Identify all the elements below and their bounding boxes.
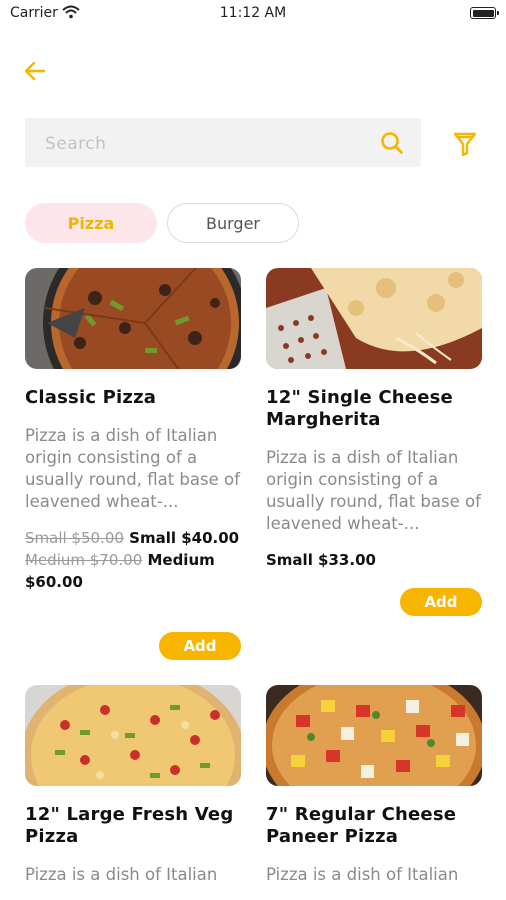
product-title: 7" Regular Cheese Paneer Pizza	[266, 804, 457, 847]
product-description: Pizza is a dish of Italian	[266, 865, 459, 884]
product-image	[266, 268, 482, 369]
search-bar	[25, 118, 421, 169]
product-image	[25, 685, 241, 786]
category-chip-burger[interactable]: Burger	[167, 203, 299, 243]
old-price: Medium $70.00	[25, 551, 143, 569]
price-list: Small $33.00	[266, 549, 482, 571]
category-chip-pizza[interactable]: Pizza	[25, 203, 157, 243]
add-button[interactable]: Add	[400, 588, 482, 616]
status-bar: Carrier 11:12 AM	[0, 0, 506, 28]
price: Small $40.00	[129, 529, 240, 547]
search-icon[interactable]	[379, 130, 405, 156]
chip-label: Pizza	[67, 213, 115, 233]
product-card[interactable]: 12" Single Cheese Margherita Pizza is a …	[266, 268, 482, 571]
price-list: Small $50.00 Small $40.00 Medium $70.00 …	[25, 527, 241, 593]
old-price: Small $50.00	[25, 529, 124, 547]
product-image	[266, 685, 482, 786]
product-title: Classic Pizza	[25, 387, 157, 408]
back-arrow-icon[interactable]	[22, 58, 48, 84]
product-description: Pizza is a dish of Italian	[25, 865, 218, 884]
product-description: Pizza is a dish of Italian origin consis…	[25, 426, 240, 511]
product-title: 12" Large Fresh Veg Pizza	[25, 804, 234, 847]
battery-icon	[470, 7, 499, 19]
product-title: 12" Single Cheese Margherita	[266, 387, 453, 430]
add-button[interactable]: Add	[159, 632, 241, 660]
status-time: 11:12 AM	[219, 5, 287, 21]
product-card[interactable]: 12" Large Fresh Veg Pizza Pizza is a dis…	[25, 685, 241, 886]
product-image	[25, 268, 241, 369]
product-card[interactable]: Classic Pizza Pizza is a dish of Italian…	[25, 268, 241, 593]
product-description: Pizza is a dish of Italian origin consis…	[266, 448, 481, 533]
chip-label: Burger	[206, 213, 260, 233]
search-input[interactable]	[43, 118, 367, 169]
product-card[interactable]: 7" Regular Cheese Paneer Pizza Pizza is …	[266, 685, 482, 886]
filter-icon[interactable]	[453, 131, 477, 157]
price: Small $33.00	[266, 551, 376, 569]
